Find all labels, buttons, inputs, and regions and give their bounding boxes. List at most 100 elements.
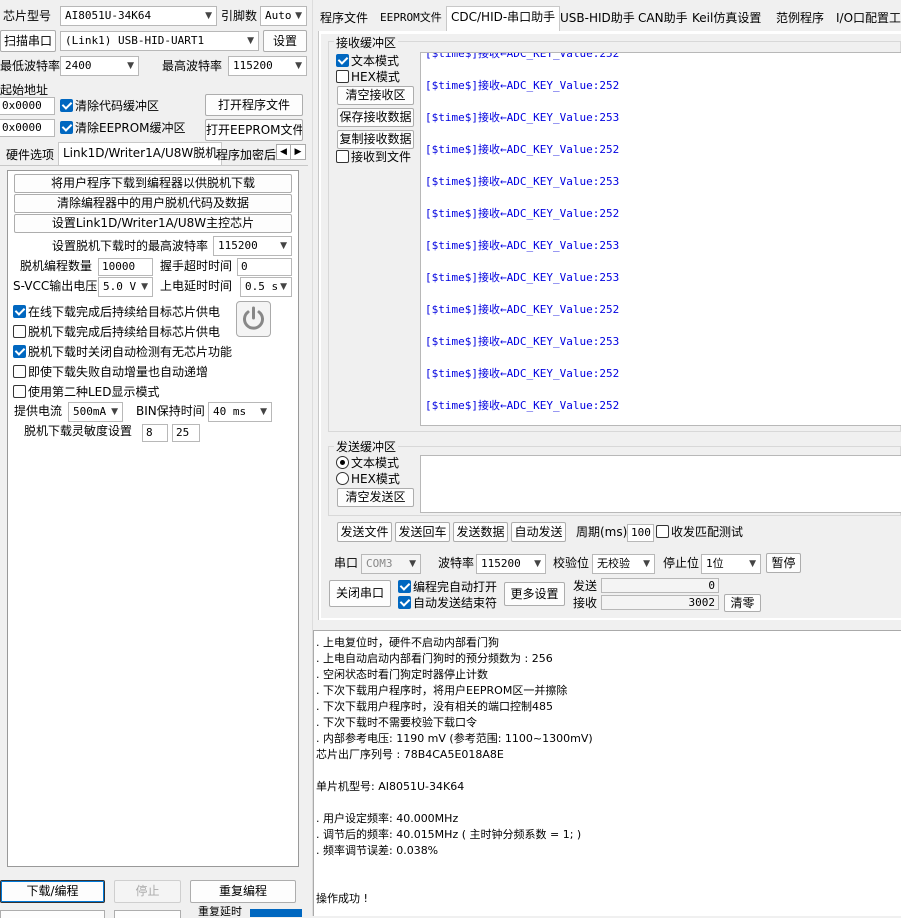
close-port-button[interactable]: 关闭串口 xyxy=(329,580,391,607)
disable-chip-detect-checkbox[interactable]: 脱机下载时关闭自动检测有无芯片功能 xyxy=(13,344,232,360)
clear-eeprom-buffer-checkbox[interactable]: 清除EEPROM缓冲区 xyxy=(60,120,186,136)
auto-send-button[interactable]: 自动发送 xyxy=(511,522,566,542)
chevron-down-icon: ▼ xyxy=(295,11,302,21)
serial-port-select[interactable]: COM3 ▼ xyxy=(361,554,421,574)
auto-end-char-checkbox[interactable]: 自动发送结束符 xyxy=(398,595,497,611)
log-line: . 频率调节误差: 0.038% xyxy=(316,844,439,857)
left-tab-bar: 硬件选项 Link1D/Writer1A/U8W脱机 程序加密后 ◀ ▶ xyxy=(0,142,310,166)
max-baud-label: 最高波特率 xyxy=(162,59,223,73)
reprogram-button[interactable]: 重复编程 xyxy=(190,880,296,903)
tab-eeprom-file[interactable]: EEPROM文件 xyxy=(376,8,446,30)
port-settings-button[interactable]: 设置 xyxy=(263,30,307,52)
more-settings-button[interactable]: 更多设置 xyxy=(504,582,565,606)
recv-line: [$time$]接收←ADC_KEY_Value:252 xyxy=(425,367,620,380)
sensitivity-input-1[interactable]: 8 xyxy=(142,424,168,442)
tab-hardware-options[interactable]: 硬件选项 xyxy=(2,145,58,167)
period-label: 周期(ms) xyxy=(576,525,628,539)
chip-type-select[interactable]: AI8051U-34K64 ▼ xyxy=(60,6,217,26)
log-line: . 空闲状态时看门狗定时器停止计数 xyxy=(316,668,488,681)
chevron-down-icon: ▼ xyxy=(295,61,302,71)
clear-code-buffer-checkbox[interactable]: 清除代码缓冲区 xyxy=(60,98,159,114)
clear-receive-button[interactable]: 清空接收区 xyxy=(337,86,414,105)
tab-program-file[interactable]: 程序文件 xyxy=(316,8,372,30)
supply-current-label: 提供电流 xyxy=(14,404,63,418)
set-master-chip-button[interactable]: 设置Link1D/Writer1A/U8W主控芯片 xyxy=(14,214,292,233)
pin-count-select[interactable]: Auto ▼ xyxy=(260,6,307,26)
tab-divider xyxy=(0,165,308,166)
auto-open-checkbox[interactable]: 编程完自动打开 xyxy=(398,579,497,595)
baud-rate-select[interactable]: 115200 ▼ xyxy=(476,554,546,574)
sensitivity-input-2[interactable]: 25 xyxy=(172,424,200,442)
tab-program-encrypt[interactable]: 程序加密后 xyxy=(212,145,276,167)
arrow-left-icon[interactable]: ◀ xyxy=(277,145,291,159)
clear-programmer-code-button[interactable]: 清除编程器中的用户脱机代码及数据 xyxy=(14,194,292,213)
chevron-down-icon: ▼ xyxy=(409,559,416,569)
match-test-checkbox[interactable]: 收发匹配测试 xyxy=(656,524,743,540)
offline-count-input[interactable]: 10000 xyxy=(98,258,153,276)
tab-usb-hid-assistant[interactable]: USB-HID助手 xyxy=(556,8,639,30)
parity-select[interactable]: 无校验 ▼ xyxy=(592,554,655,574)
min-baud-select[interactable]: 2400 ▼ xyxy=(60,56,139,76)
tab-can-assistant[interactable]: CAN助手 xyxy=(634,8,692,30)
checkbox-unchecked-icon xyxy=(13,385,26,398)
stop-button[interactable]: 停止 xyxy=(114,880,181,903)
offline-max-baud-select[interactable]: 115200 ▼ xyxy=(213,236,292,256)
online-keep-power-checkbox[interactable]: 在线下载完成后持续给目标芯片供电 xyxy=(13,304,220,320)
power-button[interactable] xyxy=(236,301,271,337)
send-hex-mode-radio[interactable]: HEX模式 xyxy=(336,471,400,487)
send-text-mode-radio[interactable]: 文本模式 xyxy=(336,455,399,471)
output-log[interactable]: . 上电复位时，硬件不启动内部看门狗 . 上电自动启动内部看门狗时的预分频数为 … xyxy=(313,630,901,916)
copy-receive-button[interactable]: 复制接收数据 xyxy=(337,130,414,149)
download-program-button[interactable]: 下载/编程 xyxy=(0,880,105,903)
stop-bits-select[interactable]: 1位 ▼ xyxy=(701,554,761,574)
code-address-input[interactable]: 0x0000 xyxy=(0,97,55,115)
send-textarea[interactable] xyxy=(420,455,901,513)
tab-serial-assistant[interactable]: CDC/HID-串口助手 xyxy=(446,6,561,31)
chevron-down-icon: ▼ xyxy=(247,36,254,46)
checkbox-unchecked-icon xyxy=(13,365,26,378)
receive-to-file-checkbox[interactable]: 接收到文件 xyxy=(336,149,411,165)
clear-count-button[interactable]: 清零 xyxy=(724,594,761,612)
recv-line: [$time$]接收←ADC_KEY_Value:252 xyxy=(425,303,620,316)
checkbox-unchecked-icon xyxy=(336,150,349,163)
power-delay-select[interactable]: 0.5 s ▼ xyxy=(240,277,292,297)
eeprom-address-input[interactable]: 0x0000 xyxy=(0,119,55,137)
download-to-programmer-button[interactable]: 将用户程序下载到编程器以供脱机下载 xyxy=(14,174,292,193)
arrow-right-icon[interactable]: ▶ xyxy=(291,145,305,159)
send-return-button[interactable]: 发送回车 xyxy=(395,522,450,542)
offline-keep-power-checkbox[interactable]: 脱机下载完成后持续给目标芯片供电 xyxy=(13,324,220,340)
port-select[interactable]: (Link1) USB-HID-UART1 ▼ xyxy=(60,31,259,51)
bin-hold-time-select[interactable]: 40 ms ▼ xyxy=(208,402,272,422)
receive-textarea[interactable]: [$time$]接收←ADC_KEY_Value:252 [$time$]接收←… xyxy=(420,52,901,426)
tab-offline-writer[interactable]: Link1D/Writer1A/U8W脱机 xyxy=(58,142,223,166)
handshake-timeout-input[interactable]: 0 xyxy=(237,258,292,276)
recv-text-mode-radio[interactable]: 文本模式 xyxy=(336,53,399,69)
supply-current-select[interactable]: 500mA ▼ xyxy=(68,402,123,422)
tab-io-config[interactable]: I/O口配置工 xyxy=(832,8,901,30)
partial-button-1[interactable] xyxy=(0,910,105,918)
send-file-button[interactable]: 发送文件 xyxy=(337,522,392,542)
period-input[interactable]: 100 xyxy=(627,524,654,542)
clear-send-button[interactable]: 清空发送区 xyxy=(337,488,414,507)
open-eeprom-file-button[interactable]: 打开EEPROM文件 xyxy=(205,119,303,141)
second-led-mode-checkbox[interactable]: 使用第二种LED显示模式 xyxy=(13,384,160,400)
tab-examples[interactable]: 范例程序 xyxy=(772,8,828,30)
recv-hex-mode-checkbox[interactable]: HEX模式 xyxy=(336,69,400,85)
max-baud-select[interactable]: 115200 ▼ xyxy=(228,56,307,76)
svcc-voltage-select[interactable]: 5.0 V ▼ xyxy=(98,277,153,297)
log-line: . 上电自动启动内部看门狗时的预分频数为 : 256 xyxy=(316,652,553,665)
save-receive-button[interactable]: 保存接收数据 xyxy=(337,108,414,127)
tab-keil-settings[interactable]: Keil仿真设置 xyxy=(688,8,765,30)
chevron-down-icon: ▼ xyxy=(534,559,541,569)
open-program-file-button[interactable]: 打开程序文件 xyxy=(205,94,303,116)
recv-line: [$time$]接收←ADC_KEY_Value:253 xyxy=(425,271,620,284)
auto-increment-checkbox[interactable]: 即使下载失败自动增量也自动递增 xyxy=(13,364,208,380)
pause-button[interactable]: 暂停 xyxy=(766,553,801,573)
partial-button-2[interactable] xyxy=(114,910,181,918)
send-data-button[interactable]: 发送数据 xyxy=(453,522,508,542)
tab-scroll-arrows[interactable]: ◀ ▶ xyxy=(276,144,306,160)
scan-port-button[interactable]: 扫描串口 xyxy=(0,30,56,52)
send-buffer-title: 发送缓冲区 xyxy=(334,440,399,454)
pin-count-label: 引脚数 xyxy=(221,9,258,23)
receive-count-label: 接收 xyxy=(573,596,598,610)
